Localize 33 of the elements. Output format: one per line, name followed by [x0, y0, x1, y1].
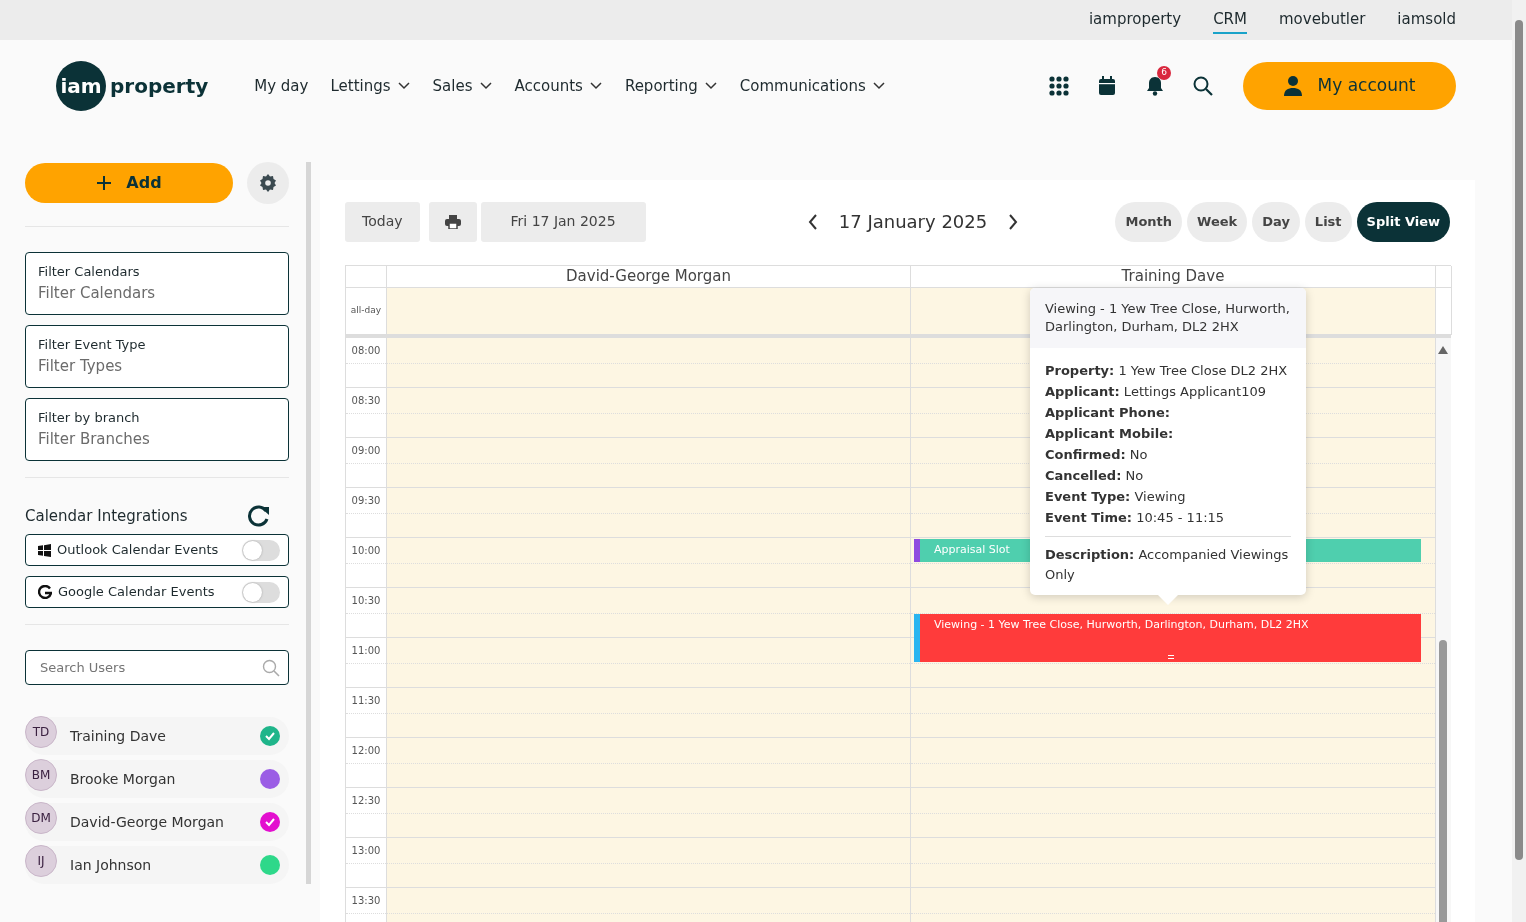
calendar-title: 17 January 2025	[838, 210, 988, 234]
time-label: 11:30	[351, 695, 381, 706]
description-text: Description: Accompanied Viewings Only	[1045, 536, 1291, 585]
time-label: 10:30	[351, 595, 381, 606]
popover-title: Viewing - 1 Yew Tree Close, Hurworth, Darlington, Durham, DL2 2HX	[1030, 288, 1306, 348]
detail-line: Applicant: Lettings Applicant109	[1045, 383, 1267, 401]
field-label: Filter Event Type	[38, 336, 147, 354]
time-label: 08:30	[351, 395, 381, 406]
field-label: Filter by branch	[38, 409, 141, 427]
detail-line: Cancelled: No	[1045, 467, 1145, 485]
time-label: 09:30	[351, 495, 381, 506]
all-day-label: all-day	[350, 304, 382, 318]
detail-line: Confirmed: No	[1045, 446, 1149, 464]
time-label: 13:00	[351, 845, 381, 856]
time-label: 13:30	[351, 895, 381, 906]
section-title: Calendar Integrations	[25, 505, 188, 527]
detail-line: Event Type: Viewing	[1045, 488, 1187, 506]
time-label: 10:00	[351, 545, 381, 556]
time-label: 09:00	[351, 445, 381, 456]
detail-line: Event Time: 10:45 - 11:15	[1045, 509, 1226, 527]
field-label: Filter Calendars	[38, 263, 141, 281]
time-label: 12:30	[351, 795, 381, 806]
detail-line: Applicant Mobile:	[1045, 425, 1175, 443]
time-label: 11:00	[351, 645, 381, 656]
detail-line: Applicant Phone:	[1045, 404, 1172, 422]
avatar: DM	[25, 802, 57, 834]
time-label: 12:00	[351, 745, 381, 756]
detail-line: Property: 1 Yew Tree Close DL2 2HX	[1045, 362, 1289, 380]
avatar: BM	[25, 759, 57, 791]
avatar: IJ	[25, 845, 57, 877]
avatar: TD	[25, 716, 57, 748]
time-label: 08:00	[351, 345, 381, 356]
notification-badge: 6	[1157, 66, 1171, 80]
